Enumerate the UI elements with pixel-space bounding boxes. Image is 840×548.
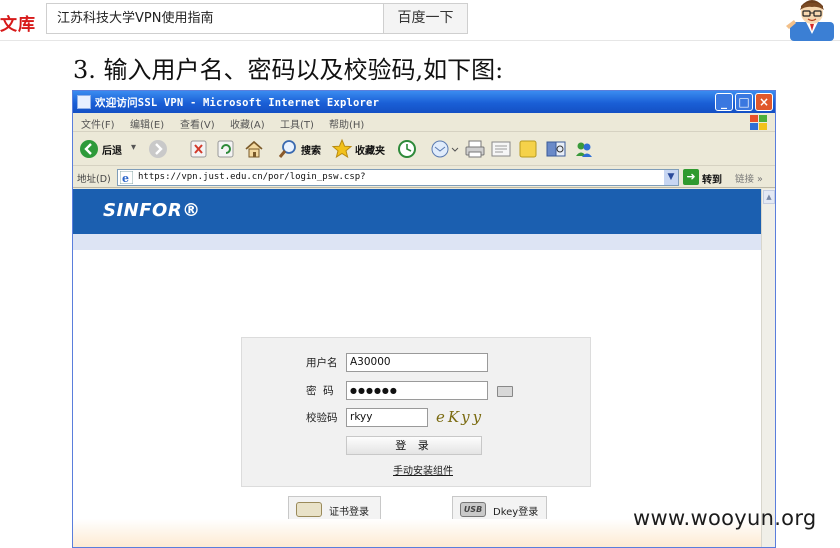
search-input[interactable]: 江苏科技大学VPN使用指南 <box>46 3 384 34</box>
maximize-button[interactable]: □ <box>735 93 753 111</box>
menu-tools[interactable]: 工具(T) <box>280 116 314 131</box>
brand-logo[interactable]: 文库 <box>0 10 36 35</box>
url-field[interactable]: e https://vpn.just.edu.cn/por/login_psw.… <box>117 169 679 186</box>
menu-view[interactable]: 查看(V) <box>180 116 215 131</box>
history-icon[interactable] <box>396 138 418 160</box>
research-icon[interactable] <box>545 138 567 160</box>
menu-favorites[interactable]: 收藏(A) <box>230 116 265 131</box>
mail-icon[interactable] <box>429 138 459 160</box>
close-button[interactable]: × <box>755 93 773 111</box>
captcha-input[interactable]: rkyy <box>346 408 428 427</box>
search-icon[interactable] <box>277 138 299 160</box>
search-label[interactable]: 搜索 <box>301 142 321 157</box>
ie-logo-icon: e <box>120 171 133 184</box>
scroll-up-icon[interactable]: ▲ <box>763 190 775 204</box>
ie-page-icon <box>77 95 91 109</box>
menu-file[interactable]: 文件(F) <box>81 116 115 131</box>
vendor-banner: SINFOR® <box>73 189 761 234</box>
user-avatar-icon[interactable] <box>784 0 840 41</box>
dkey-login-label: Dkey登录 <box>493 507 539 518</box>
address-bar: 地址(D) e https://vpn.just.edu.cn/por/logi… <box>73 167 775 188</box>
banner-strip <box>73 234 761 250</box>
stop-icon[interactable] <box>190 138 208 160</box>
browser-toolbar: 后退 ▾ 搜索 收藏夹 <box>73 133 775 166</box>
username-input[interactable]: A30000 <box>346 353 488 372</box>
virtual-keyboard-icon[interactable] <box>497 386 513 397</box>
sinfor-logo: SINFOR® <box>103 200 201 221</box>
go-arrow-icon[interactable]: ➜ <box>683 169 699 185</box>
go-button[interactable]: 转到 <box>702 171 722 186</box>
usb-key-icon: USB <box>460 502 486 517</box>
browser-screenshot: 欢迎访问SSL VPN - Microsoft Internet Explore… <box>72 90 776 548</box>
back-label[interactable]: 后退 <box>102 142 122 157</box>
address-label: 地址(D) <box>77 174 111 185</box>
messenger-icon[interactable] <box>573 138 595 160</box>
username-label: 用户名 <box>306 357 338 369</box>
login-form: 用户名 A30000 密 码 ●●●●●● 校验码 rkyy eKyy 登 录 … <box>241 337 591 487</box>
home-icon[interactable] <box>243 138 265 160</box>
search-header: 文库 江苏科技大学VPN使用指南 百度一下 <box>0 0 840 41</box>
password-label: 密 码 <box>306 385 334 397</box>
password-input[interactable]: ●●●●●● <box>346 381 488 400</box>
links-button[interactable]: 链接 » <box>735 171 763 185</box>
url-text[interactable]: https://vpn.just.edu.cn/por/login_psw.cs… <box>138 172 366 182</box>
window-title: 欢迎访问SSL VPN - Microsoft Internet Explore… <box>95 97 380 109</box>
menu-bar: 文件(F) 编辑(E) 查看(V) 收藏(A) 工具(T) 帮助(H) <box>73 113 775 132</box>
vertical-scrollbar[interactable]: ▲ <box>761 189 775 547</box>
certificate-icon <box>296 502 322 517</box>
window-titlebar[interactable]: 欢迎访问SSL VPN - Microsoft Internet Explore… <box>73 91 775 113</box>
windows-flag-icon <box>750 115 767 130</box>
cert-login-label: 证书登录 <box>329 507 369 518</box>
back-dropdown-icon[interactable]: ▾ <box>131 142 136 153</box>
captcha-image[interactable]: eKyy <box>436 408 484 426</box>
edit-icon[interactable] <box>490 138 512 160</box>
captcha-label: 校验码 <box>306 412 338 424</box>
favorites-star-icon[interactable] <box>331 138 353 160</box>
web-page: SINFOR® 用户名 A30000 密 码 ●●●●●● 校验码 rkyy e… <box>73 189 761 547</box>
favorites-label[interactable]: 收藏夹 <box>355 142 385 157</box>
menu-help[interactable]: 帮助(H) <box>329 116 364 131</box>
url-dropdown-icon[interactable]: ▼ <box>664 170 678 185</box>
back-arrow-icon[interactable] <box>79 138 99 160</box>
search-button[interactable]: 百度一下 <box>383 3 468 34</box>
notes-icon[interactable] <box>517 138 539 160</box>
login-button[interactable]: 登 录 <box>346 436 482 455</box>
menu-edit[interactable]: 编辑(E) <box>130 116 164 131</box>
minimize-button[interactable]: _ <box>715 93 733 111</box>
watermark: www.wooyun.org <box>633 506 817 530</box>
print-icon[interactable] <box>464 138 486 160</box>
install-components-link[interactable]: 手动安装组件 <box>393 462 453 477</box>
step-heading: 3. 输入用户名、密码以及校验码,如下图: <box>73 56 504 84</box>
refresh-icon[interactable] <box>217 138 235 160</box>
svg-text:e: e <box>122 172 129 184</box>
forward-arrow-icon[interactable] <box>148 138 168 160</box>
